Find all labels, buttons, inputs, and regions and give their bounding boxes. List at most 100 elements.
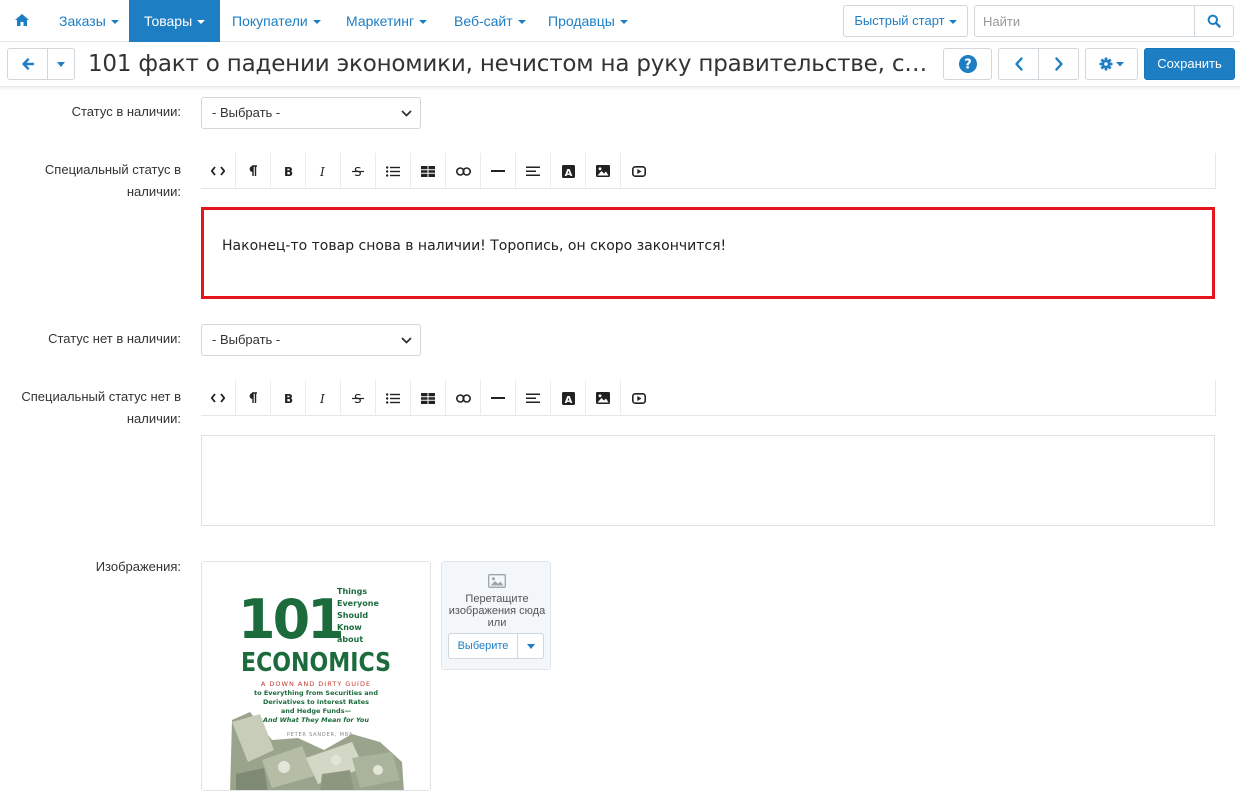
chevron-down-icon (401, 337, 412, 344)
font-color-icon[interactable]: A (551, 153, 586, 189)
align-icon[interactable] (516, 380, 551, 416)
special-out-of-stock-label: Специальный статус нет в наличии: (21, 389, 181, 426)
search-input[interactable] (974, 5, 1195, 37)
special-in-stock-text: Наконец-то товар снова в наличии! Торопи… (222, 238, 727, 254)
caret-down-icon (197, 20, 206, 25)
caret-down-icon (526, 644, 535, 649)
save-button[interactable]: Сохранить (1144, 48, 1235, 80)
book-side-line: Know (337, 623, 362, 632)
caret-down-icon (948, 19, 957, 24)
book-number: 101 (238, 588, 342, 651)
list-icon[interactable] (376, 153, 411, 189)
svg-text:A: A (564, 168, 572, 178)
book-subtitle-line: A DOWN AND DIRTY GUIDE (261, 680, 371, 688)
special-in-stock-editor[interactable]: Наконец-то товар снова в наличии! Торопи… (201, 207, 1215, 299)
italic-icon[interactable]: I (306, 380, 341, 416)
svg-text:I: I (319, 165, 325, 177)
help-icon: ? (958, 55, 977, 73)
strikethrough-icon[interactable]: S (341, 380, 376, 416)
book-title: ECONOMICS (241, 648, 391, 678)
choose-image-button[interactable]: Выберите (448, 633, 518, 659)
code-icon[interactable] (201, 380, 236, 416)
svg-text:I: I (319, 392, 325, 404)
link-icon[interactable] (446, 153, 481, 189)
code-icon[interactable] (201, 153, 236, 189)
caret-down-icon (110, 20, 119, 25)
book-subtitle-line: And What They Mean for You (262, 716, 369, 724)
horizontal-rule-icon[interactable] (481, 153, 516, 189)
book-subtitle-line: Derivatives to Interest Rates (263, 698, 369, 706)
next-item-button[interactable] (1038, 48, 1079, 80)
in-stock-status-select[interactable]: - Выбрать - (201, 97, 421, 129)
out-of-stock-status-select[interactable]: - Выбрать - (201, 324, 421, 356)
strikethrough-icon[interactable]: S (341, 153, 376, 189)
svg-text:B: B (284, 392, 293, 404)
page-title: 101 факт о падении экономики, нечистом н… (88, 51, 928, 77)
image-placeholder-icon (488, 574, 506, 588)
chevron-right-icon (1054, 57, 1063, 71)
nav-products[interactable]: Товары (129, 0, 221, 42)
back-button[interactable] (7, 48, 48, 80)
book-cover-image: 101 Things Everyone Should Know about EC… (202, 562, 430, 790)
align-icon[interactable] (516, 153, 551, 189)
chevron-left-icon (1014, 57, 1023, 71)
italic-icon[interactable]: I (306, 153, 341, 189)
video-icon[interactable] (621, 153, 656, 189)
images-label: Изображения: (95, 559, 181, 574)
top-navigation: Заказы Товары Покупатели Маркетинг Веб-с… (0, 0, 1240, 42)
svg-text:A: A (564, 395, 572, 405)
chevron-down-icon (401, 110, 412, 117)
nav-marketing[interactable]: Маркетинг (331, 0, 442, 42)
book-author: PETER SANDER, MBA (287, 732, 353, 738)
back-dropdown-button[interactable] (47, 48, 75, 80)
paragraph-icon[interactable] (236, 153, 271, 189)
help-button[interactable]: ? (943, 48, 992, 80)
gear-icon (1099, 57, 1124, 71)
out-of-stock-status-label: Статус нет в наличии: (48, 331, 181, 346)
bold-icon[interactable]: B (271, 153, 306, 189)
table-icon[interactable] (411, 153, 446, 189)
table-icon[interactable] (411, 380, 446, 416)
caret-down-icon (517, 20, 526, 25)
svg-text:?: ? (964, 58, 972, 73)
editor-toolbar-in-stock: B I S A (201, 153, 1216, 189)
quick-start-button[interactable]: Быстрый старт (843, 5, 968, 37)
font-color-icon[interactable]: A (551, 380, 586, 416)
special-out-of-stock-editor[interactable] (201, 435, 1215, 526)
book-side-line: Should (337, 611, 368, 620)
image-icon[interactable] (586, 380, 621, 416)
search-button[interactable] (1194, 5, 1234, 37)
title-bar: 101 факт о падении экономики, нечистом н… (0, 43, 1240, 87)
product-image-thumbnail[interactable]: 101 Things Everyone Should Know about EC… (201, 561, 431, 791)
special-in-stock-label: Специальный статус в наличии: (44, 162, 181, 199)
caret-down-icon (619, 20, 628, 25)
in-stock-status-label: Статус в наличии: (71, 104, 181, 119)
book-subtitle-line: to Everything from Securities and (254, 689, 378, 697)
previous-item-button[interactable] (998, 48, 1039, 80)
nav-vendors[interactable]: Продавцы (533, 0, 643, 42)
dropzone-hint: Перетащите изображения сюда или (448, 593, 546, 629)
settings-button[interactable] (1085, 48, 1138, 80)
book-side-line: Things (337, 587, 367, 596)
link-icon[interactable] (446, 380, 481, 416)
bold-icon[interactable]: B (271, 380, 306, 416)
horizontal-rule-icon[interactable] (481, 380, 516, 416)
list-icon[interactable] (376, 380, 411, 416)
caret-down-icon (57, 62, 65, 67)
arrow-left-icon (21, 58, 34, 70)
paragraph-icon[interactable] (236, 380, 271, 416)
book-subtitle-line: and Hedge Funds— (281, 707, 352, 715)
nav-customers[interactable]: Покупатели (217, 0, 336, 42)
caret-down-icon (419, 20, 428, 25)
book-side-line: about (337, 635, 363, 644)
search-icon (1207, 14, 1221, 28)
choose-image-dropdown-button[interactable] (517, 633, 544, 659)
caret-down-icon (312, 20, 321, 25)
home-icon[interactable] (14, 12, 30, 28)
video-icon[interactable] (621, 380, 656, 416)
svg-text:B: B (284, 165, 293, 177)
nav-orders[interactable]: Заказы (44, 0, 134, 42)
image-icon[interactable] (586, 153, 621, 189)
book-side-line: Everyone (337, 599, 379, 608)
nav-website[interactable]: Веб-сайт (439, 0, 541, 42)
